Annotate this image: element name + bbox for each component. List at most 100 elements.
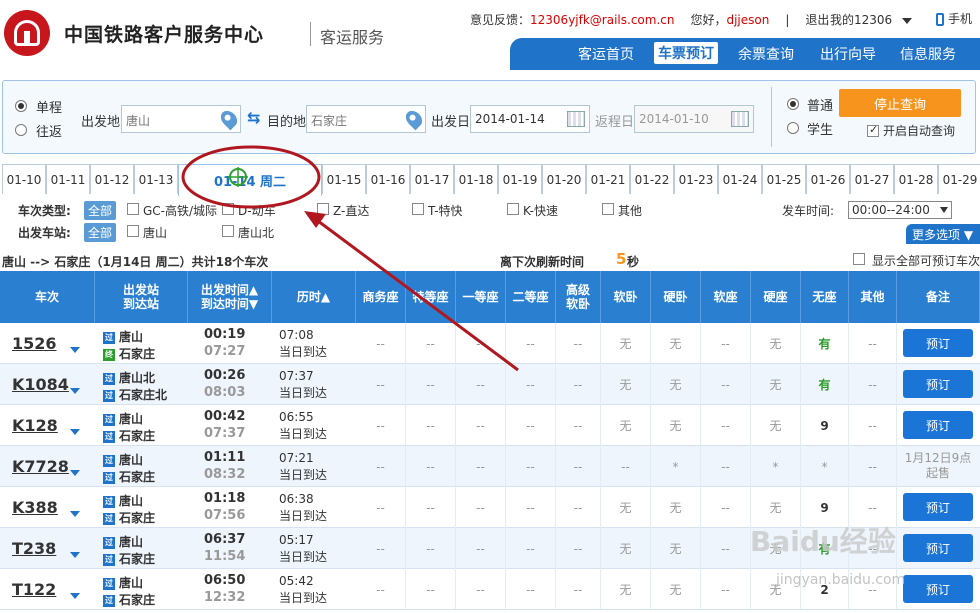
train-number-link[interactable]: K388 [12,498,58,517]
ticket-normal-label: 普通 [807,99,834,114]
seat-availability: -- [506,446,556,487]
train-number-link[interactable]: K7728 [12,457,69,476]
date-tab[interactable]: 01-13 [134,164,178,194]
trip-round-label: 往返 [36,125,63,140]
type-z-checkbox[interactable] [317,203,329,215]
date-tab[interactable]: 01-27 [850,164,894,194]
date-tab[interactable]: 01-20 [542,164,586,194]
chevron-down-icon[interactable] [70,388,80,394]
date-tab[interactable]: 01-12 [90,164,134,194]
book-button[interactable]: 预订 [903,370,973,398]
date-tab[interactable]: 01-15 [322,164,366,194]
train-number-link[interactable]: T238 [12,539,56,558]
book-button[interactable]: 预订 [903,493,973,521]
train-number-link[interactable]: T122 [12,580,56,599]
calendar-icon[interactable] [567,111,585,127]
seat-availability: -- [356,528,406,569]
book-button[interactable]: 预订 [903,575,973,603]
book-button[interactable]: 预订 [903,534,973,562]
date-tab[interactable]: 01-26 [806,164,850,194]
show-all-label: 显示全部可预订车次 [872,254,980,268]
chevron-down-icon[interactable] [70,347,80,353]
from-station-input[interactable]: 唐山 [121,105,241,133]
from-station: 过唐山 [103,453,144,467]
date-tab[interactable]: 01-14 周二 [178,164,322,196]
to-station-input[interactable]: 石家庄 [306,105,426,133]
logout-link[interactable]: 退出 [805,13,829,27]
type-gc-checkbox[interactable] [127,203,139,215]
arrive-time: 08:03 [204,385,246,400]
stop-query-button[interactable]: 停止查询 [839,89,961,117]
type-other-checkbox[interactable] [602,203,614,215]
seat-availability: -- [556,323,601,364]
station-all-button[interactable]: 全部 [84,223,117,242]
train-number-link[interactable]: 1526 [12,334,57,353]
depart-date-input[interactable]: 2014-01-14 [470,105,590,133]
date-tab[interactable]: 01-17 [410,164,454,194]
type-k-checkbox[interactable] [507,203,519,215]
type-t-checkbox[interactable] [412,203,424,215]
more-options-button[interactable]: 更多选项 ▼ [906,224,980,244]
date-tab[interactable]: 01-25 [762,164,806,194]
column-header[interactable]: 出发时间▲ 到达时间▼ [188,271,272,323]
from-station: 过唐山 [103,330,144,344]
nav-home[interactable]: 客运首页 [578,44,634,64]
nav-remaining-tickets[interactable]: 余票查询 [738,44,794,64]
date-tab[interactable]: 01-22 [630,164,674,194]
trip-round-radio[interactable] [15,124,27,136]
chevron-down-icon[interactable] [70,593,80,599]
feedback-email-link[interactable]: 12306yjfk@rails.com.cn [530,13,674,27]
seat-availability: -- [506,323,556,364]
date-tab[interactable]: 01-16 [366,164,410,194]
seat-availability: -- [406,446,456,487]
date-tab[interactable]: 01-24 [718,164,762,194]
type-z-label: Z-直达 [333,204,370,218]
nav-info-service[interactable]: 信息服务 [900,44,956,64]
duration: 06:55 当日到达 [279,410,328,441]
username-link[interactable]: djjeson [726,13,769,27]
return-date-input[interactable]: 2014-01-10 [634,105,754,133]
date-tab[interactable]: 01-28 [894,164,938,194]
depart-time-select[interactable]: 00:00--24:00 [848,201,952,219]
train-number-link[interactable]: K1084 [12,375,69,394]
my-account-menu[interactable]: 我的12306 [830,11,913,28]
date-tab[interactable]: 01-23 [674,164,718,194]
seat-availability: -- [456,528,506,569]
type-d-checkbox[interactable] [222,203,234,215]
date-tab[interactable]: 01-10 [2,164,46,194]
duration: 07:08 当日到达 [279,328,328,359]
to-station: 过石家庄 [103,470,156,484]
end-tag-icon: 过 [103,430,115,443]
auto-query-checkbox[interactable] [867,123,879,137]
trip-single-radio[interactable] [15,100,27,112]
chevron-down-icon[interactable] [70,470,80,476]
refresh-label: 离下次刷新时间 [500,255,585,269]
nav-ticket-booking[interactable]: 车票预订 [654,42,718,64]
station-tangshanbei-checkbox[interactable] [222,225,234,237]
chevron-down-icon[interactable] [70,511,80,517]
show-all-checkbox[interactable] [853,253,865,265]
book-button[interactable]: 预订 [903,329,973,357]
station-tangshan-checkbox[interactable] [127,225,139,237]
date-tab[interactable]: 01-18 [454,164,498,194]
date-tab[interactable]: 01-11 [46,164,90,194]
calendar-icon[interactable] [731,111,749,127]
book-button[interactable]: 预订 [903,411,973,439]
greeting: 您好， [690,13,727,27]
nav-travel-guide[interactable]: 出行向导 [820,44,876,64]
route-summary: 唐山 --> 石家庄（1月14日 周二）共计18个车次 [2,255,269,269]
ticket-normal-radio[interactable] [787,98,799,110]
swap-icon[interactable]: ⇆ [247,110,265,126]
chevron-down-icon[interactable] [70,429,80,435]
column-header[interactable]: 历时▲ [272,271,356,323]
pass-tag-icon: 过 [103,331,115,344]
train-type-all-button[interactable]: 全部 [84,201,117,220]
chevron-down-icon[interactable] [70,552,80,558]
date-tab[interactable]: 01-19 [498,164,542,194]
date-tab[interactable]: 01-29 [938,164,980,194]
mobile-link[interactable]: 手机 [936,10,972,27]
date-tab[interactable]: 01-21 [586,164,630,194]
train-number-link[interactable]: K128 [12,416,58,435]
date-tabs: 01-10 01-11 01-12 01-13 01-14 周二 01-15 01-16 01… [2,164,980,196]
ticket-student-radio[interactable] [787,122,799,134]
